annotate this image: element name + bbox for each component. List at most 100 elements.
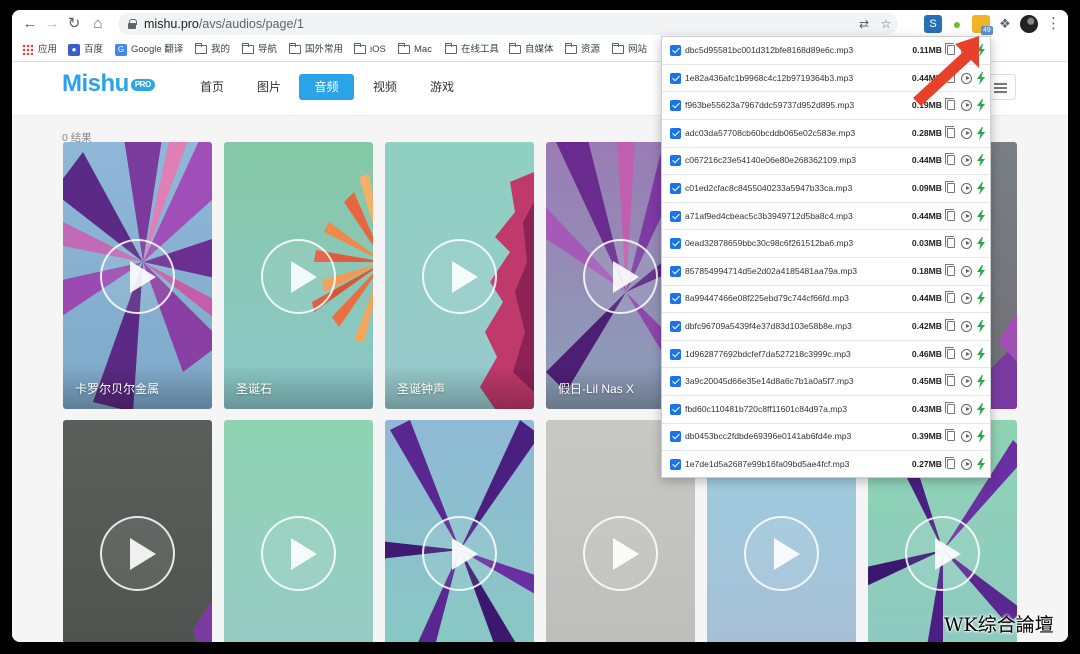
download-bolt-icon[interactable]	[976, 209, 986, 223]
download-bolt-icon[interactable]	[976, 154, 986, 168]
play-icon[interactable]	[261, 516, 336, 591]
site-logo[interactable]: Mishu PRO	[62, 70, 155, 98]
nav-images[interactable]: 图片	[249, 74, 289, 100]
copy-icon[interactable]	[945, 153, 955, 166]
file-row[interactable]: adc03da57708cb60bcddb065e02c583e.mp3 0.28…	[662, 120, 990, 148]
download-bolt-icon[interactable]	[976, 264, 986, 278]
file-checkbox[interactable]	[670, 155, 681, 167]
file-row[interactable]: fbd60c110481b720c8ff11601c84d97a.mp3 0.43…	[662, 396, 990, 424]
download-bolt-icon[interactable]	[976, 182, 986, 195]
file-checkbox[interactable]	[670, 459, 681, 470]
file-row[interactable]: 1e7de1d5a2687e99b16fa09bd5ae4fcf.mp3 0.27…	[662, 451, 990, 477]
extension-s-icon[interactable]: S	[924, 15, 942, 33]
download-bolt-icon[interactable]	[976, 320, 986, 333]
copy-icon[interactable]	[945, 208, 955, 221]
copy-icon[interactable]	[945, 263, 955, 276]
copy-icon[interactable]	[945, 429, 955, 442]
audio-card[interactable]	[63, 420, 212, 642]
play-icon[interactable]	[100, 516, 175, 591]
bookmark-folder-resources[interactable]: 资源	[565, 42, 600, 58]
bookmark-folder-ios[interactable]: iOS	[354, 42, 386, 58]
play-circle-icon[interactable]	[961, 403, 972, 415]
file-checkbox[interactable]	[670, 431, 681, 443]
file-row[interactable]: 0ead32878659bbc30c98c6f261512ba6.mp3 0.03…	[662, 230, 990, 258]
file-row[interactable]: a71af9ed4cbeac5c3b3949712d5ba8c4.mp3 0.44…	[662, 203, 990, 231]
download-bolt-icon[interactable]	[976, 430, 986, 444]
file-row[interactable]: 8a99447466e08f225ebd79c744cf66fd.mp3 0.44…	[662, 285, 990, 314]
copy-icon[interactable]	[945, 401, 955, 414]
bookmark-folder-media[interactable]: 自媒体	[509, 42, 554, 58]
extension-media-downloader-icon[interactable]: 49	[972, 15, 993, 35]
bookmark-folder-mine[interactable]: 我的	[195, 42, 230, 58]
audio-card[interactable]: 卡罗尔贝尔金属	[63, 142, 212, 409]
bookmark-apps[interactable]: 应用	[22, 42, 57, 58]
bookmark-folder-sites[interactable]: 网站	[612, 42, 647, 58]
download-bolt-icon[interactable]	[976, 402, 986, 416]
browser-menu-icon[interactable]: ⋮	[1046, 14, 1061, 34]
file-row[interactable]: c067216c23e54140e06e80e268362109.mp3 0.44…	[662, 147, 990, 176]
download-bolt-icon[interactable]	[976, 292, 986, 306]
file-checkbox[interactable]	[670, 403, 681, 415]
file-checkbox[interactable]	[670, 293, 681, 305]
file-row[interactable]: 3a9c20045d66e35e14d8a6c7b1a0a5f7.mp3 0.45…	[662, 368, 990, 396]
audio-card[interactable]: 圣诞钟声	[385, 142, 534, 409]
play-circle-icon[interactable]	[961, 459, 972, 470]
download-bolt-icon[interactable]	[976, 347, 986, 361]
bookmark-folder-tools[interactable]: 在线工具	[445, 42, 499, 58]
address-bar[interactable]: mishu.pro/avs/audios/page/1 ⇄ ☆	[118, 13, 898, 35]
copy-icon[interactable]	[945, 319, 955, 331]
copy-icon[interactable]	[945, 457, 955, 469]
profile-avatar[interactable]	[1020, 15, 1038, 33]
copy-icon[interactable]	[945, 181, 955, 193]
download-bolt-icon[interactable]	[976, 375, 986, 389]
copy-icon[interactable]	[945, 125, 955, 138]
file-checkbox[interactable]	[670, 45, 681, 56]
play-circle-icon[interactable]	[961, 238, 972, 250]
play-circle-icon[interactable]	[961, 293, 972, 305]
bookmark-star-icon[interactable]: ☆	[878, 16, 894, 32]
nav-video[interactable]: 视频	[365, 74, 405, 100]
file-checkbox[interactable]	[670, 100, 681, 112]
play-circle-icon[interactable]	[961, 265, 972, 277]
play-icon[interactable]	[100, 239, 175, 314]
play-circle-icon[interactable]	[961, 155, 972, 167]
extensions-puzzle-icon[interactable]: ❖	[996, 15, 1014, 33]
download-bolt-icon[interactable]	[976, 126, 986, 140]
play-icon[interactable]	[583, 516, 658, 591]
download-bolt-icon[interactable]	[976, 458, 986, 471]
reload-icon[interactable]: ↻	[64, 14, 84, 34]
copy-icon[interactable]	[945, 236, 955, 249]
audio-card[interactable]: 圣诞石	[224, 142, 373, 409]
nav-audio[interactable]: 音频	[299, 74, 354, 100]
play-icon[interactable]	[261, 239, 336, 314]
file-checkbox[interactable]	[670, 348, 681, 360]
audio-card[interactable]	[224, 420, 373, 642]
file-checkbox[interactable]	[670, 183, 681, 194]
play-circle-icon[interactable]	[961, 348, 972, 360]
download-bolt-icon[interactable]	[976, 237, 986, 251]
file-row[interactable]: dbfc96709a5439f4e37d83d103e58b8e.mp3 0.42…	[662, 313, 990, 341]
play-icon[interactable]	[583, 239, 658, 314]
play-icon[interactable]	[422, 239, 497, 314]
play-circle-icon[interactable]	[961, 210, 972, 222]
audio-card[interactable]	[385, 420, 534, 642]
file-checkbox[interactable]	[670, 127, 681, 139]
copy-icon[interactable]	[945, 374, 955, 387]
bookmark-folder-mac[interactable]: Mac	[398, 42, 432, 58]
file-row[interactable]: c01ed2cfac8c8455040233a5947b33ca.mp3 0.09…	[662, 175, 990, 203]
file-checkbox[interactable]	[670, 321, 681, 332]
file-row[interactable]: 857854994714d5e2d02a4185481aa79a.mp3 0.18…	[662, 258, 990, 286]
forward-arrow-icon[interactable]: →	[42, 14, 62, 34]
play-circle-icon[interactable]	[961, 127, 972, 139]
file-checkbox[interactable]	[670, 238, 681, 250]
bookmark-google-translate[interactable]: G Google 翻译	[115, 42, 183, 58]
play-circle-icon[interactable]	[961, 183, 972, 194]
file-checkbox[interactable]	[670, 72, 681, 84]
bookmark-folder-foreign[interactable]: 国外常用	[289, 42, 343, 58]
home-icon[interactable]: ⌂	[88, 14, 108, 34]
back-arrow-icon[interactable]: ←	[20, 14, 40, 34]
file-checkbox[interactable]	[670, 265, 681, 277]
extension-wechat-icon[interactable]: ●	[948, 15, 966, 33]
play-circle-icon[interactable]	[961, 431, 972, 443]
nav-games[interactable]: 游戏	[422, 74, 462, 100]
